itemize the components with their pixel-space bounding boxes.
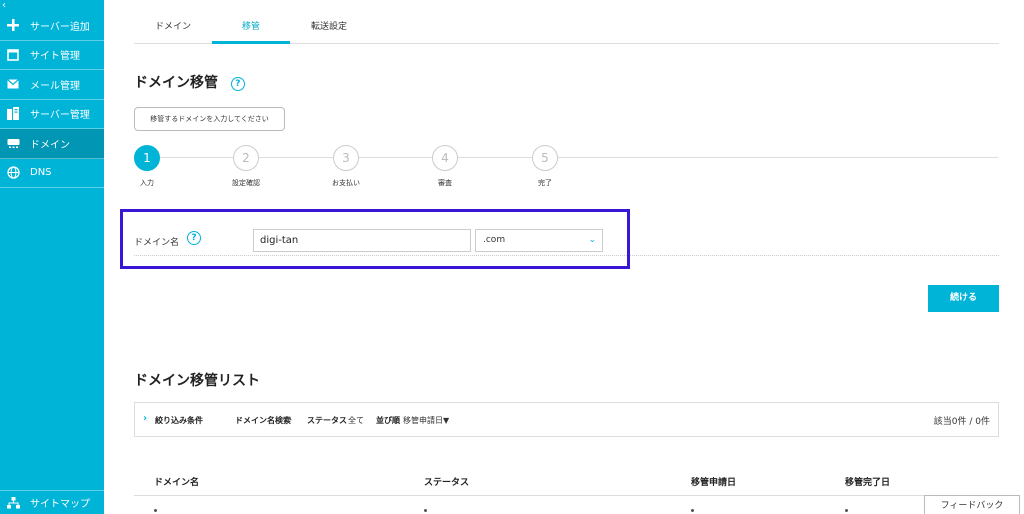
column-header: 移管完了日 xyxy=(845,478,891,488)
step-number: 4 xyxy=(432,145,458,171)
column-header: ステータス xyxy=(424,478,470,488)
step-number: 3 xyxy=(333,145,359,171)
sidebar-item-server[interactable]: サーバー管理 xyxy=(0,100,104,129)
table-row-cell xyxy=(424,509,427,512)
step-number: 2 xyxy=(233,145,259,171)
sidebar-item-label: サーバー管理 xyxy=(30,110,90,122)
sidebar-item-label: サーバー追加 xyxy=(30,21,90,33)
step-complete: 5 完了 xyxy=(532,145,558,187)
tab-bar: ドメイン 移管 転送設定 xyxy=(134,14,999,44)
steps-line xyxy=(148,157,998,158)
sidebar-item-label: サイト管理 xyxy=(30,51,80,63)
sidebar-nav: サーバー追加 サイト管理 メール管理 サーバー管理 ドメイン DNS xyxy=(0,11,104,188)
feedback-button[interactable]: フィードバック xyxy=(924,495,1020,514)
server-icon xyxy=(6,107,20,121)
sidebar-item-domain[interactable]: ドメイン xyxy=(0,129,104,159)
step-number: 1 xyxy=(134,145,160,171)
tab-transfer[interactable]: 移管 xyxy=(212,14,290,44)
chevron-right-icon[interactable]: › xyxy=(143,413,147,424)
sidebar-item-label: DNS xyxy=(30,167,52,179)
table-header: ドメイン名 ステータス 移管申請日 移管完了日 xyxy=(134,470,999,496)
step-number: 5 xyxy=(532,145,558,171)
step-input: 1 入力 xyxy=(134,145,160,187)
sidebar-item-site[interactable]: サイト管理 xyxy=(0,41,104,70)
sidebar-item-label: ドメイン xyxy=(30,139,70,151)
sidebar-item-server-add[interactable]: サーバー追加 xyxy=(0,11,104,41)
filter-sort-value[interactable]: 移管申請日▼ xyxy=(403,415,449,426)
table-row-cell xyxy=(154,509,157,512)
transfer-list-title: ドメイン移管リスト xyxy=(134,373,260,389)
page-title: ドメイン移管 xyxy=(134,75,218,91)
step-label: 入力 xyxy=(140,179,154,187)
step-confirm: 2 設定確認 xyxy=(232,145,260,187)
column-header: ドメイン名 xyxy=(154,478,200,488)
help-icon[interactable]: ? xyxy=(230,77,245,91)
filter-status-value: 全て xyxy=(348,416,364,425)
envelope-icon xyxy=(6,77,20,91)
filter-search-value: - xyxy=(289,415,292,424)
sidebar-item-dns[interactable]: DNS xyxy=(0,159,104,188)
sidebar-item-label: サイトマップ xyxy=(30,499,90,510)
sidebar-item-label: メール管理 xyxy=(30,80,80,92)
sidebar: ‹ サーバー追加 サイト管理 メール管理 サーバー管理 ドメイン DNS サイト… xyxy=(0,0,104,514)
highlight-box xyxy=(120,209,630,269)
transfer-section-title: ドメイン移管 ? xyxy=(134,72,245,92)
step-label: 完了 xyxy=(538,179,552,187)
filter-bar[interactable]: › 絞り込み条件 ドメイン名検索 - ステータス 全て 並び順 移管申請日▼ 該… xyxy=(134,402,999,437)
step-review: 4 審査 xyxy=(432,145,458,187)
tab-domain[interactable]: ドメイン xyxy=(134,14,212,44)
tab-forwarding[interactable]: 転送設定 xyxy=(290,14,368,44)
table-row-cell xyxy=(845,509,848,512)
plus-icon xyxy=(6,18,20,32)
continue-button[interactable]: 続ける xyxy=(928,285,999,312)
filter-status-label: ステータス xyxy=(307,416,347,425)
globe-icon xyxy=(6,166,20,180)
main-content: ドメイン 移管 転送設定 ドメイン移管 ? 移管するドメインを入力してください … xyxy=(104,0,1024,514)
domain-icon xyxy=(6,136,20,150)
sitemap-icon xyxy=(6,496,20,510)
filter-label: 絞り込み条件 xyxy=(155,416,203,425)
filter-search-label: ドメイン名検索 xyxy=(235,416,291,425)
step-label: お支払い xyxy=(332,179,360,187)
step-label: 審査 xyxy=(438,179,452,187)
result-count: 該当0件 / 0件 xyxy=(933,417,990,427)
column-header: 移管申請日 xyxy=(691,478,737,488)
filter-sort-label: 並び順 xyxy=(376,416,400,425)
sidebar-item-mail[interactable]: メール管理 xyxy=(0,70,104,100)
sidebar-item-sitemap[interactable]: サイトマップ xyxy=(0,490,104,514)
step-payment: 3 お支払い xyxy=(332,145,360,187)
step-tooltip: 移管するドメインを入力してください xyxy=(134,107,285,131)
table-row-cell xyxy=(691,509,694,512)
step-label: 設定確認 xyxy=(232,179,260,187)
window-icon xyxy=(6,48,20,62)
